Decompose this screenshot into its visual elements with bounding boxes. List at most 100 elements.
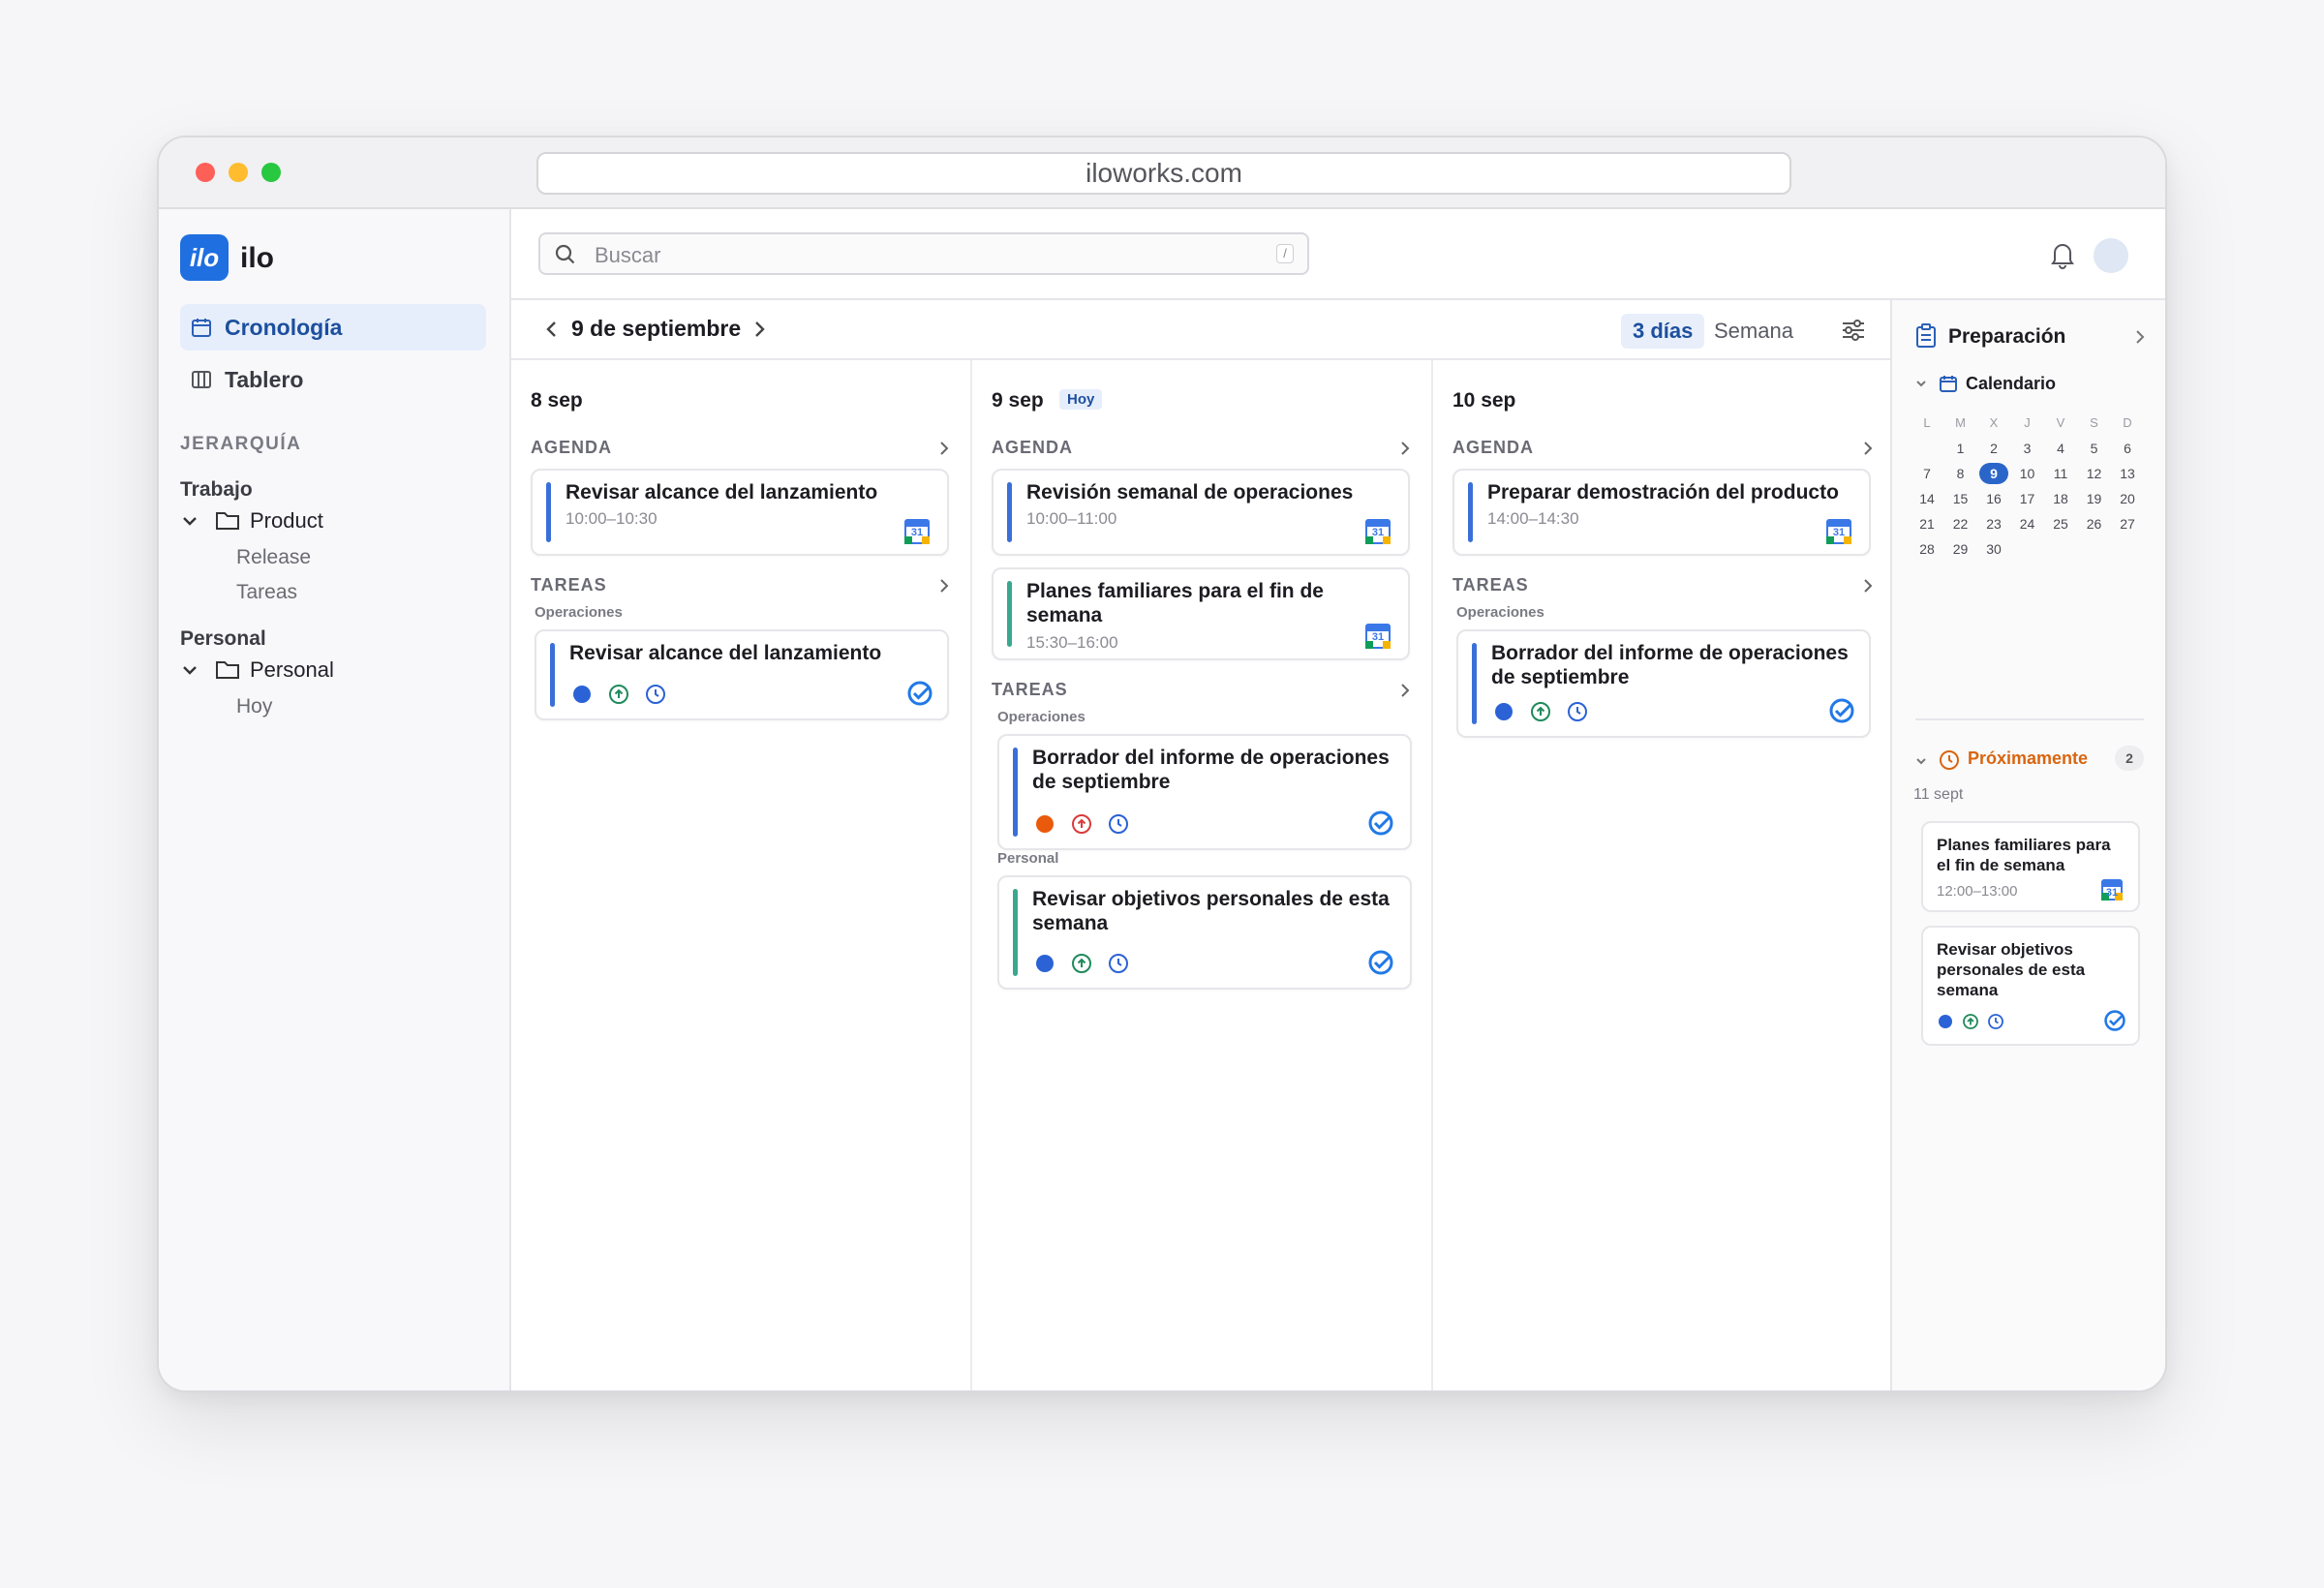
calendar-day[interactable]: 15 (1945, 488, 1976, 509)
clock-icon[interactable] (645, 684, 666, 705)
status-dot-icon[interactable] (1034, 953, 1055, 974)
agenda-heading[interactable]: AGENDA (531, 438, 612, 458)
chevron-right-icon[interactable] (2134, 329, 2146, 345)
calendar-day[interactable]: 18 (2045, 488, 2076, 509)
clock-icon[interactable] (1108, 813, 1129, 835)
search-input[interactable]: Buscar / (538, 232, 1309, 275)
priority-up-icon[interactable] (1071, 813, 1092, 835)
calendar-day[interactable]: 23 (1978, 513, 2009, 534)
calendar-day[interactable]: 26 (2079, 513, 2110, 534)
priority-up-icon[interactable] (608, 684, 629, 705)
agenda-event-card[interactable]: Planes familiares para el fin de semana … (992, 567, 1410, 660)
complete-check-icon[interactable] (1828, 697, 1855, 724)
calendar-day-today[interactable]: 9 (1978, 463, 2009, 484)
status-dot-icon[interactable] (1493, 701, 1514, 722)
calendar-day[interactable]: 28 (1911, 538, 1942, 560)
agenda-heading[interactable]: AGENDA (1452, 438, 1534, 458)
tree-item-hoy[interactable]: Hoy (236, 695, 272, 718)
chevron-right-icon[interactable] (749, 318, 769, 341)
calendar-day[interactable]: 16 (1978, 488, 2009, 509)
calendar-day[interactable]: 14 (1911, 488, 1942, 509)
minimize-window-button[interactable] (229, 163, 248, 182)
nav-item-tablero[interactable]: Tablero (180, 356, 486, 403)
calendar-day[interactable]: 5 (2079, 438, 2110, 459)
calendar-day[interactable]: 4 (2045, 438, 2076, 459)
complete-check-icon[interactable] (906, 680, 933, 707)
calendar-day[interactable]: 11 (2045, 463, 2076, 484)
priority-up-icon[interactable] (1071, 953, 1092, 974)
chevron-right-icon[interactable] (1398, 682, 1412, 699)
calendar-day[interactable]: 17 (2012, 488, 2043, 509)
task-card[interactable]: Borrador del informe de operaciones de s… (1456, 629, 1871, 738)
chevron-right-icon[interactable] (937, 577, 951, 595)
group-label-personal: Personal (180, 627, 266, 650)
chevron-right-icon[interactable] (1398, 440, 1412, 457)
calendar-day[interactable]: 12 (2079, 463, 2110, 484)
maximize-window-button[interactable] (261, 163, 281, 182)
chevron-left-icon[interactable] (542, 318, 562, 341)
agenda-event-card[interactable]: Revisar alcance del lanzamiento 10:00–10… (531, 469, 949, 556)
calendar-day[interactable]: 27 (2112, 513, 2143, 534)
status-dot-icon[interactable] (1034, 813, 1055, 835)
calendar-day[interactable]: 20 (2112, 488, 2143, 509)
complete-check-icon[interactable] (1367, 949, 1394, 976)
calendar-day[interactable]: 10 (2012, 463, 2043, 484)
status-dot-icon[interactable] (1937, 1013, 1954, 1030)
calendar-day[interactable]: 24 (2012, 513, 2043, 534)
tasks-heading[interactable]: TAREAS (1452, 575, 1529, 596)
complete-check-icon[interactable] (2103, 1009, 2126, 1032)
clock-icon[interactable] (1567, 701, 1588, 722)
calendar-day[interactable]: 22 (1945, 513, 1976, 534)
calendar-day[interactable]: 25 (2045, 513, 2076, 534)
address-bar[interactable]: iloworks.com (536, 152, 1791, 195)
sliders-icon[interactable] (1840, 318, 1867, 343)
calendar-day[interactable]: 3 (2012, 438, 2043, 459)
upcoming-task-card[interactable]: Revisar objetivos personales de esta sem… (1921, 926, 2140, 1046)
calendar-day[interactable]: 1 (1945, 438, 1976, 459)
task-card[interactable]: Revisar alcance del lanzamiento (535, 629, 949, 720)
calendar-day[interactable]: 6 (2112, 438, 2143, 459)
calendar-section-label[interactable]: Calendario (1966, 374, 2056, 394)
calendar-day[interactable]: 19 (2079, 488, 2110, 509)
calendar-day[interactable]: 8 (1945, 463, 1976, 484)
tree-item-release[interactable]: Release (236, 546, 311, 569)
complete-check-icon[interactable] (1367, 809, 1394, 837)
chevron-down-icon[interactable] (180, 511, 199, 531)
nav-item-cronologia[interactable]: Cronología (180, 304, 486, 351)
calendar-day[interactable]: 29 (1945, 538, 1976, 560)
chevron-down-icon[interactable] (1915, 378, 1927, 389)
chevron-down-icon[interactable] (1915, 755, 1927, 767)
close-window-button[interactable] (196, 163, 215, 182)
calendar-day[interactable]: 2 (1978, 438, 2009, 459)
upcoming-event-card[interactable]: Planes familiares para el fin de semana … (1921, 821, 2140, 912)
status-dot-icon[interactable] (571, 684, 593, 705)
view-3-days-button[interactable]: 3 días (1621, 314, 1705, 349)
agenda-event-card[interactable]: Preparar demostración del producto 14:00… (1452, 469, 1871, 556)
view-week-button[interactable]: Semana (1714, 314, 1793, 349)
calendar-day[interactable]: 7 (1911, 463, 1942, 484)
tree-item-tareas[interactable]: Tareas (236, 581, 297, 604)
priority-up-icon[interactable] (1530, 701, 1551, 722)
calendar-day[interactable]: 13 (2112, 463, 2143, 484)
calendar-day[interactable]: 30 (1978, 538, 2009, 560)
upcoming-section-label[interactable]: Próximamente (1968, 748, 2088, 769)
task-card[interactable]: Revisar objetivos personales de esta sem… (997, 875, 1412, 990)
clock-icon[interactable] (1987, 1013, 2004, 1030)
task-card[interactable]: Borrador del informe de operaciones de s… (997, 734, 1412, 850)
tree-folder-personal[interactable]: Personal (180, 655, 471, 686)
agenda-event-card[interactable]: Revisión semanal de operaciones 10:00–11… (992, 469, 1410, 556)
chevron-down-icon[interactable] (180, 660, 199, 680)
tasks-heading[interactable]: TAREAS (531, 575, 607, 596)
avatar[interactable] (2094, 238, 2128, 273)
chevron-right-icon[interactable] (1861, 440, 1875, 457)
chevron-right-icon[interactable] (1861, 577, 1875, 595)
tasks-heading[interactable]: TAREAS (992, 680, 1068, 700)
agenda-heading[interactable]: AGENDA (992, 438, 1073, 458)
chevron-right-icon[interactable] (937, 440, 951, 457)
priority-up-icon[interactable] (1962, 1013, 1979, 1030)
bell-icon[interactable] (2049, 240, 2076, 269)
calendar-day[interactable]: 21 (1911, 513, 1942, 534)
clock-icon[interactable] (1108, 953, 1129, 974)
tree-folder-product[interactable]: Product (180, 505, 471, 536)
calendar-icon (1940, 376, 1957, 392)
